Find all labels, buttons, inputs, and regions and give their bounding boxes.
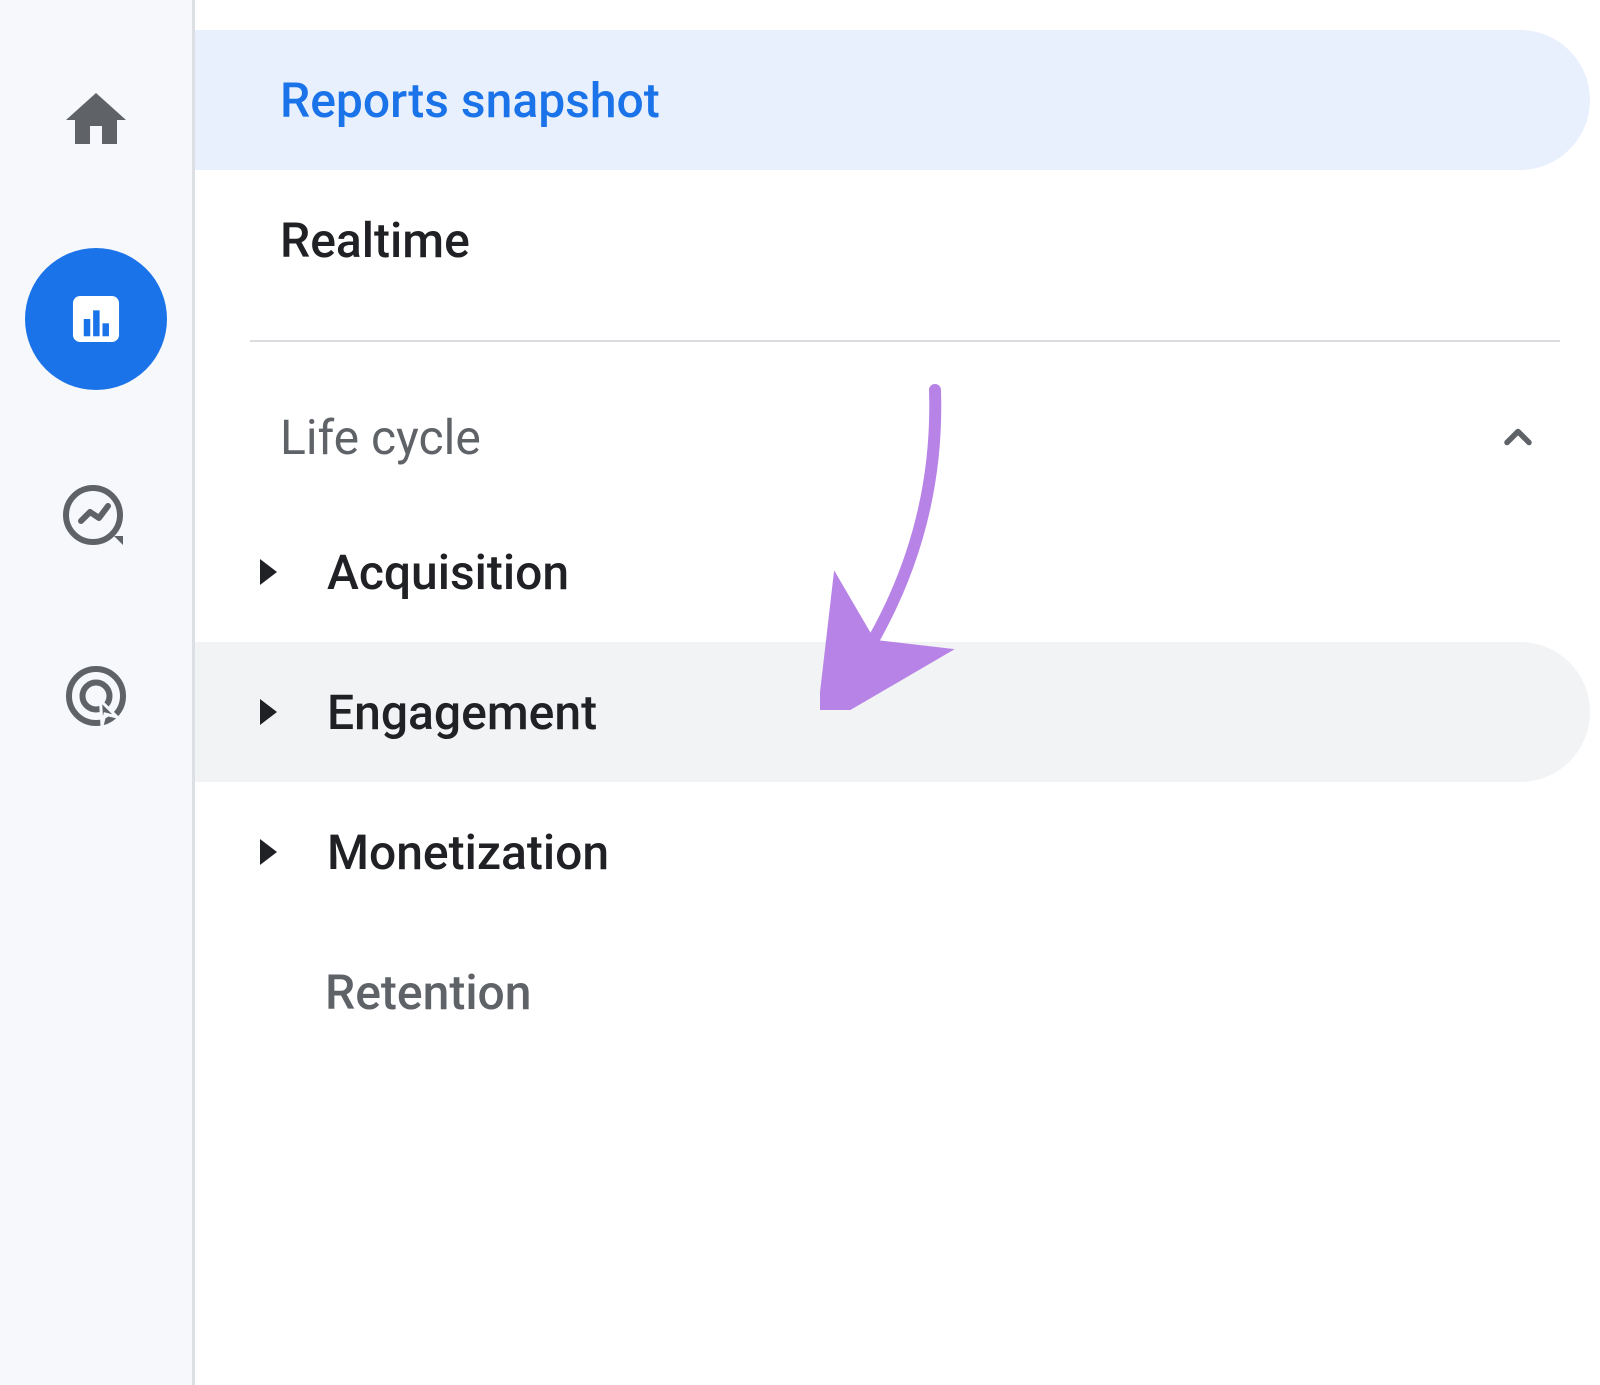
nav-label: Reports snapshot (280, 72, 660, 129)
sidebar-item-engagement[interactable]: Engagement (195, 642, 1590, 782)
triangle-right-icon (260, 839, 277, 865)
sub-item-label: Retention (325, 964, 532, 1021)
sidebar-item-acquisition[interactable]: Acquisition (195, 502, 1590, 642)
nav-panel: Reports snapshot Realtime Life cycle Acq… (195, 0, 1600, 1385)
reports-icon[interactable] (25, 248, 167, 390)
triangle-right-icon (260, 699, 277, 725)
sidebar-item-monetization[interactable]: Monetization (195, 782, 1590, 922)
nav-label: Realtime (280, 212, 470, 269)
sub-item-label: Monetization (327, 824, 609, 881)
divider (250, 340, 1560, 342)
sub-item-label: Acquisition (327, 544, 569, 601)
home-icon[interactable] (46, 70, 146, 170)
nav-realtime[interactable]: Realtime (195, 170, 1590, 310)
nav-reports-snapshot[interactable]: Reports snapshot (195, 30, 1590, 170)
sub-item-label: Engagement (327, 684, 597, 741)
advertising-icon[interactable] (46, 646, 146, 746)
icon-rail (0, 0, 195, 1385)
triangle-right-icon (260, 559, 277, 585)
section-label: Life cycle (280, 409, 481, 466)
chevron-up-icon (1496, 415, 1540, 459)
section-life-cycle[interactable]: Life cycle (195, 372, 1600, 502)
sidebar-item-retention[interactable]: Retention (195, 922, 1590, 1062)
explore-icon[interactable] (46, 468, 146, 568)
